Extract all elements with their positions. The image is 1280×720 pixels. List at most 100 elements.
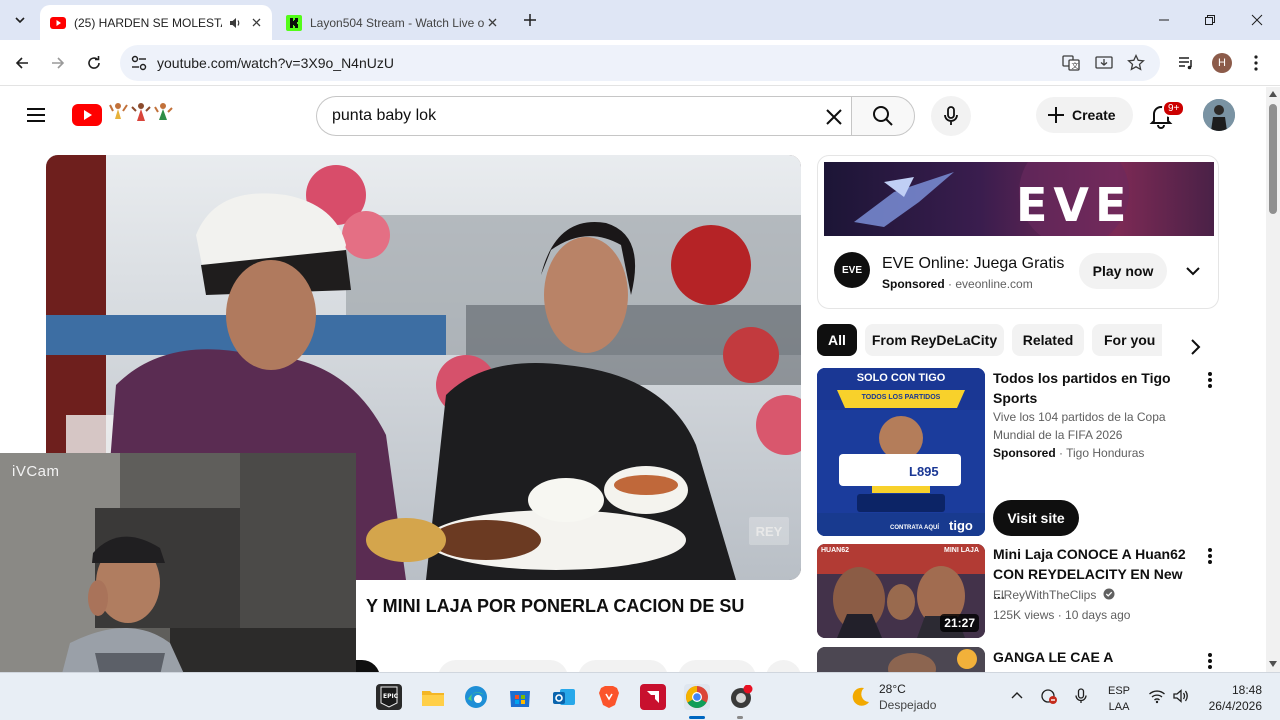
microphone-icon (944, 106, 958, 125)
chip-related[interactable]: Related (1012, 324, 1084, 356)
chip-all[interactable]: All (817, 324, 857, 356)
doodle-icon[interactable] (108, 99, 174, 129)
chevron-up-icon[interactable] (1008, 687, 1026, 705)
search-button[interactable] (851, 96, 915, 136)
sponsored-label: Sponsored (882, 277, 945, 291)
profile-button[interactable]: H (1211, 52, 1233, 74)
chevron-right-icon[interactable] (1184, 336, 1206, 358)
file-explorer-icon[interactable] (420, 684, 446, 710)
chip-for-you[interactable]: For you (1092, 324, 1162, 356)
brave-icon[interactable] (596, 684, 622, 710)
lang-bottom: LAA (1108, 701, 1130, 713)
clock-time: 18:48 (1231, 683, 1262, 697)
chrome-icon[interactable] (684, 684, 710, 710)
lang-top: ESP (1108, 685, 1131, 697)
bookmark-star-icon[interactable] (1126, 53, 1146, 73)
thumbnail-image (817, 647, 985, 672)
scroll-thumb[interactable] (1269, 104, 1277, 214)
weather-temp[interactable]: 28°C (879, 682, 906, 696)
youtube-logo-icon[interactable] (72, 104, 102, 126)
menu-icon[interactable] (24, 103, 48, 127)
clock-date: 26/4/2026 (1208, 699, 1262, 713)
chip-from-channel[interactable]: From ReyDeLaCity (865, 324, 1004, 356)
scroll-up-icon[interactable] (1269, 91, 1277, 97)
media-controls-icon[interactable] (1175, 52, 1197, 74)
search-input[interactable]: punta baby lok (316, 96, 852, 136)
notification-count-badge: 9+ (1162, 100, 1186, 117)
voice-search-button[interactable] (931, 96, 971, 136)
microsoft-store-icon[interactable] (507, 684, 533, 710)
wifi-icon[interactable] (1148, 687, 1166, 705)
edge-icon[interactable] (463, 684, 489, 710)
chevron-down-icon (15, 17, 25, 24)
list-item[interactable]: SOLO CON TIGO TODOS LOS PARTIDOS L895 CO… (817, 368, 1219, 538)
close-tab-icon[interactable] (248, 15, 264, 31)
active-app-indicator (689, 716, 705, 719)
channel-watermark[interactable]: REY (749, 517, 789, 545)
close-window-icon[interactable] (1247, 10, 1267, 30)
list-item[interactable]: GANGA LE CAE A REYDELACITY (817, 647, 1219, 672)
thumb-right-label: MINI LAJA (944, 547, 979, 554)
tab-title: (25) HARDEN SE MOLESTA (74, 15, 222, 30)
scroll-down-icon[interactable] (1269, 661, 1277, 667)
video-title: Y MINI LAJA POR PONERLA CACION DE SU (366, 596, 745, 616)
tab-youtube[interactable]: (25) HARDEN SE MOLESTA (40, 5, 272, 40)
ad-banner[interactable]: EVE (824, 162, 1214, 236)
play-now-button[interactable]: Play now (1079, 253, 1167, 289)
taskbar: EPIC 28°C Despejado ESP LAA 18:48 26/4/2… (0, 672, 1280, 720)
language-indicator[interactable]: ESP LAA (1108, 683, 1130, 715)
clock[interactable]: 18:48 26/4/2026 (1204, 682, 1262, 714)
rec-channel[interactable]: ElReyWithTheClips (993, 588, 1096, 602)
list-item[interactable]: HUAN62 MINI LAJA 21:27 Mini Laja CONOCE … (817, 544, 1219, 640)
speaker-icon[interactable] (228, 16, 242, 30)
outlook-icon[interactable] (551, 684, 577, 710)
translate-icon[interactable]: 文 (1061, 53, 1081, 73)
page-scrollbar[interactable] (1266, 87, 1280, 672)
new-tab-icon[interactable] (520, 10, 540, 30)
more-vert-icon[interactable] (1203, 370, 1217, 390)
chevron-down-icon[interactable] (1182, 260, 1204, 282)
weather-desc[interactable]: Despejado (879, 698, 936, 712)
visit-site-button[interactable]: Visit site (993, 500, 1079, 536)
rec-channel[interactable]: Tigo Honduras (1066, 446, 1144, 460)
volume-icon[interactable] (1172, 687, 1190, 705)
minimize-icon[interactable] (1154, 10, 1174, 30)
address-bar[interactable]: youtube.com/watch?v=3X9o_N4nUzU 文 (120, 45, 1160, 81)
thumbnail[interactable]: HUAN62 MINI LAJA 21:27 (817, 544, 985, 638)
more-vert-icon[interactable] (1203, 546, 1217, 566)
more-vert-icon[interactable] (1203, 651, 1217, 671)
ad-domain: eveonline.com (955, 277, 1033, 291)
sponsored-ad-card[interactable]: EVE EVE EVE Online: Juega Gratis Sponsor… (817, 155, 1219, 309)
chrome-menu-icon[interactable] (1245, 52, 1267, 74)
clear-search-icon[interactable] (822, 105, 846, 129)
site-info-icon[interactable] (130, 54, 148, 72)
create-label: Create (1072, 107, 1116, 123)
amd-software-icon[interactable] (640, 684, 666, 710)
moon-icon[interactable] (848, 685, 872, 709)
create-button[interactable]: Create (1036, 97, 1133, 133)
microphone-icon[interactable] (1072, 687, 1090, 705)
kick-favicon-icon (286, 14, 302, 31)
install-app-icon[interactable] (1094, 53, 1114, 73)
thumbnail[interactable]: SOLO CON TIGO TODOS LOS PARTIDOS L895 CO… (817, 368, 985, 536)
restore-icon[interactable] (1200, 10, 1220, 30)
thumbnail[interactable] (817, 647, 985, 672)
reload-icon[interactable] (83, 52, 105, 74)
close-tab-icon[interactable] (484, 15, 500, 31)
tab-search-button[interactable] (8, 8, 32, 32)
tab-layon504[interactable]: Layon504 Stream - Watch Live o (276, 5, 508, 40)
back-icon[interactable] (11, 52, 33, 74)
obs-recorder-icon[interactable] (728, 684, 754, 710)
advertiser-logo[interactable]: EVE (834, 252, 870, 288)
ad-title[interactable]: EVE Online: Juega Gratis (882, 255, 1064, 273)
rec-title[interactable]: GANGA LE CAE A REYDELACITY (993, 647, 1193, 672)
avatar[interactable] (1203, 99, 1235, 131)
forward-icon[interactable] (47, 52, 69, 74)
rec-stats: 125K views · 10 days ago (993, 608, 1131, 622)
webcam-label: iVCam (12, 463, 60, 480)
thumb-subheadline: TODOS LOS PARTIDOS (861, 394, 941, 401)
ad-banner-text: EVE (1016, 178, 1133, 232)
network-alert-icon[interactable] (1040, 687, 1058, 705)
epic-games-icon[interactable]: EPIC (376, 684, 402, 710)
rec-title[interactable]: Todos los partidos en Tigo Sports (993, 368, 1193, 408)
